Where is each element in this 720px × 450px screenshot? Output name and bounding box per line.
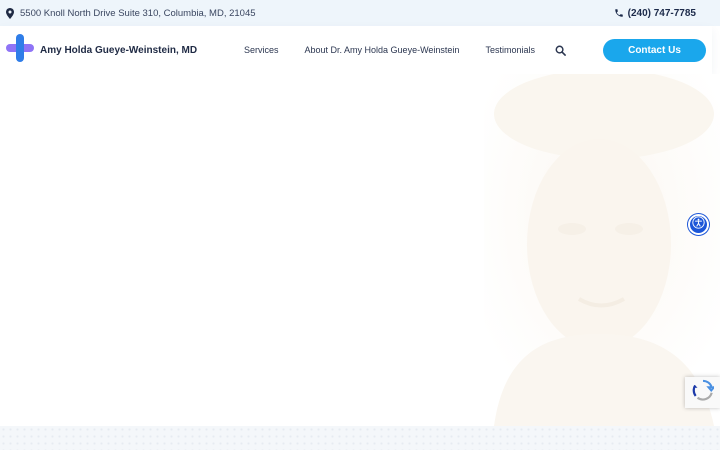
phone-text: (240) 747-7785 [627,7,696,19]
nav-testimonials[interactable]: Testimonials [485,45,535,55]
main-nav: Services About Dr. Amy Holda Gueye-Weins… [238,45,603,56]
search-icon[interactable] [555,45,566,56]
accessibility-button[interactable] [688,214,709,235]
section-divider-pattern [0,426,720,450]
recaptcha-icon [692,379,716,406]
top-info-bar: 5500 Knoll North Drive Suite 310, Columb… [0,0,720,26]
medical-cross-icon [6,33,34,67]
recaptcha-badge[interactable] [685,377,720,408]
hero-section [0,74,720,426]
accessibility-icon [692,215,705,234]
phone-link[interactable]: (240) 747-7785 [614,8,696,19]
brand[interactable]: Amy Holda Gueye-Weinstein, MD [6,33,238,67]
hero-portrait-image [484,74,720,426]
page: 5500 Knoll North Drive Suite 310, Columb… [0,0,720,450]
map-pin-icon [6,7,14,19]
address[interactable]: 5500 Knoll North Drive Suite 310, Columb… [6,7,256,19]
contact-us-button[interactable]: Contact Us [603,38,706,62]
nav-services[interactable]: Services [244,45,279,55]
address-text: 5500 Knoll North Drive Suite 310, Columb… [20,7,256,19]
nav-about[interactable]: About Dr. Amy Holda Gueye-Weinstein [305,45,460,55]
brand-name: Amy Holda Gueye-Weinstein, MD [40,44,198,56]
main-header: Amy Holda Gueye-Weinstein, MD Services A… [0,26,712,74]
phone-icon [614,8,624,18]
